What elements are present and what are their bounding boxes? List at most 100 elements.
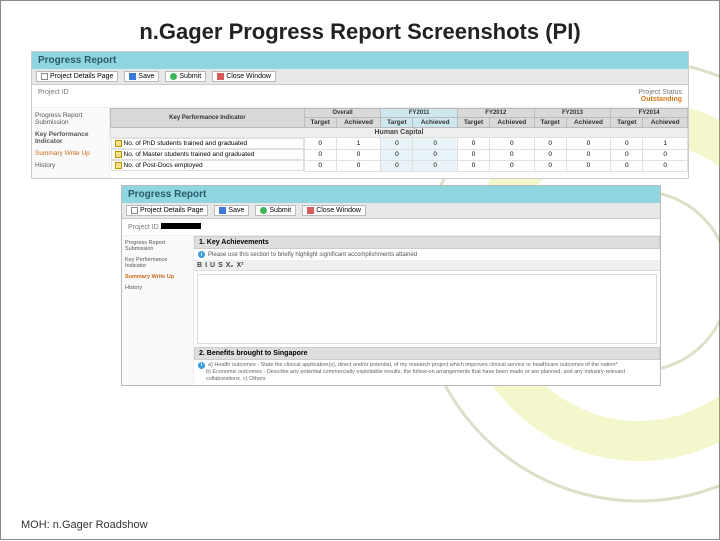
kpi-label: No. of Master students trained and gradu…: [111, 149, 304, 160]
section-benefits: 2. Benefits brought to Singapore: [194, 347, 660, 360]
project-details-button[interactable]: Project Details Page: [36, 71, 118, 82]
project-id-label: Project ID: [38, 89, 69, 96]
editor-btn-u[interactable]: U: [210, 262, 215, 269]
kpi-value: 0: [490, 149, 535, 160]
page-icon: [131, 207, 138, 214]
project-details-button[interactable]: Project Details Page: [126, 205, 208, 216]
toolbar: Project Details Page Save Submit Close W…: [32, 69, 688, 85]
save-button[interactable]: Save: [124, 71, 159, 82]
nav-history[interactable]: History: [35, 162, 106, 169]
kpi-value: 0: [304, 160, 336, 171]
nav-summary[interactable]: Summary Write Up: [125, 274, 190, 280]
side-nav: Progress Report Submission Key Performan…: [32, 108, 110, 178]
kpi-label: No. of PhD students trained and graduate…: [111, 138, 304, 149]
kpi-value: 0: [490, 138, 535, 150]
toolbar: Project Details Page Save Submit Close W…: [122, 203, 660, 219]
editor-btn-s[interactable]: S: [218, 262, 223, 269]
nav-kpi[interactable]: Key Performance Indicator: [125, 257, 190, 269]
kpi-value: 0: [611, 160, 643, 171]
progress-report-summary-screenshot: Progress Report Project Details Page Sav…: [121, 185, 661, 386]
col-fy2014: FY2014: [611, 109, 688, 118]
submit-icon: [170, 73, 177, 80]
editor-btn-b[interactable]: B: [197, 262, 202, 269]
submit-button[interactable]: Submit: [165, 71, 206, 82]
table-row: No. of Post-Docs employed0000000000: [111, 160, 688, 171]
col-fy2011: FY2011: [381, 109, 458, 118]
kpi-value: 0: [304, 138, 336, 150]
kpi-value: 0: [566, 149, 611, 160]
section-key-achievements: 1. Key Achievements: [194, 236, 660, 249]
kpi-value: 0: [611, 149, 643, 160]
kpi-value: 0: [457, 138, 489, 150]
kpi-value: 0: [643, 149, 688, 160]
col-achieved: Achieved: [643, 118, 688, 128]
col-target: Target: [304, 118, 336, 128]
benefits-line-b: b) Economic outcomes - Describe any pote…: [206, 369, 656, 383]
col-fy2013: FY2013: [534, 109, 611, 118]
kpi-section-human-capital: Human Capital: [111, 128, 688, 138]
kpi-value: 1: [643, 138, 688, 150]
kpi-value: 0: [381, 149, 413, 160]
kpi-value: 0: [643, 160, 688, 171]
close-icon: [217, 73, 224, 80]
submit-button[interactable]: Submit: [255, 205, 296, 216]
project-id-label: Project ID: [128, 224, 159, 231]
rich-text-editor[interactable]: [197, 274, 657, 344]
col-achieved: Achieved: [336, 118, 381, 128]
save-icon: [129, 73, 136, 80]
col-kpi: Key Performance Indicator: [111, 109, 305, 128]
kpi-value: 0: [336, 160, 381, 171]
close-window-button[interactable]: Close Window: [302, 205, 366, 216]
col-target: Target: [381, 118, 413, 128]
nav-kpi[interactable]: Key Performance Indicator: [35, 131, 106, 145]
nav-submission[interactable]: Progress Report Submission: [35, 112, 106, 126]
kpi-value: 0: [457, 160, 489, 171]
benefits-line-a: a) Health outcomes - State the clinical …: [208, 362, 618, 369]
col-fy2012: FY2012: [457, 109, 534, 118]
col-target: Target: [457, 118, 489, 128]
save-button[interactable]: Save: [214, 205, 249, 216]
note-icon[interactable]: [115, 151, 122, 158]
save-icon: [219, 207, 226, 214]
editor-toolbar: BIUSX₂X²: [194, 261, 660, 271]
kpi-value: 0: [457, 149, 489, 160]
page-icon: [41, 73, 48, 80]
kpi-value: 0: [534, 138, 566, 150]
kpi-value: 0: [413, 138, 458, 150]
nav-history[interactable]: History: [125, 285, 190, 291]
help-text: Please use this section to briefly highl…: [208, 252, 417, 258]
kpi-value: 0: [534, 160, 566, 171]
nav-summary[interactable]: Summary Write Up: [35, 150, 106, 157]
note-icon[interactable]: [115, 162, 122, 169]
col-target: Target: [534, 118, 566, 128]
editor-btn-x²[interactable]: X²: [237, 262, 244, 269]
kpi-label: No. of Post-Docs employed: [111, 160, 304, 171]
col-target: Target: [611, 118, 643, 128]
panel-header: Progress Report: [122, 186, 660, 203]
kpi-table: Key Performance Indicator Overall FY2011…: [110, 108, 688, 172]
kpi-value: 0: [381, 138, 413, 150]
kpi-value: 0: [534, 149, 566, 160]
col-achieved: Achieved: [490, 118, 535, 128]
editor-btn-i[interactable]: I: [205, 262, 207, 269]
project-status-label: Project Status: [638, 89, 682, 96]
info-icon: i: [198, 362, 205, 369]
col-overall: Overall: [304, 109, 381, 118]
writeup-panel: 1. Key Achievements i Please use this sec…: [194, 236, 660, 385]
kpi-value: 0: [336, 149, 381, 160]
kpi-value: 0: [611, 138, 643, 150]
nav-submission[interactable]: Progress Report Submission: [125, 240, 190, 252]
kpi-value: 0: [490, 160, 535, 171]
slide-title: n.Gager Progress Report Screenshots (PI): [1, 19, 719, 45]
table-row: No. of Master students trained and gradu…: [111, 149, 688, 160]
kpi-value: 0: [381, 160, 413, 171]
col-achieved: Achieved: [413, 118, 458, 128]
submit-icon: [260, 207, 267, 214]
close-window-button[interactable]: Close Window: [212, 71, 276, 82]
kpi-value: 0: [566, 160, 611, 171]
kpi-value: 1: [336, 138, 381, 150]
note-icon[interactable]: [115, 140, 122, 147]
editor-btn-x₂[interactable]: X₂: [226, 262, 234, 269]
project-status-value: Outstanding: [641, 96, 682, 103]
kpi-value: 0: [413, 160, 458, 171]
